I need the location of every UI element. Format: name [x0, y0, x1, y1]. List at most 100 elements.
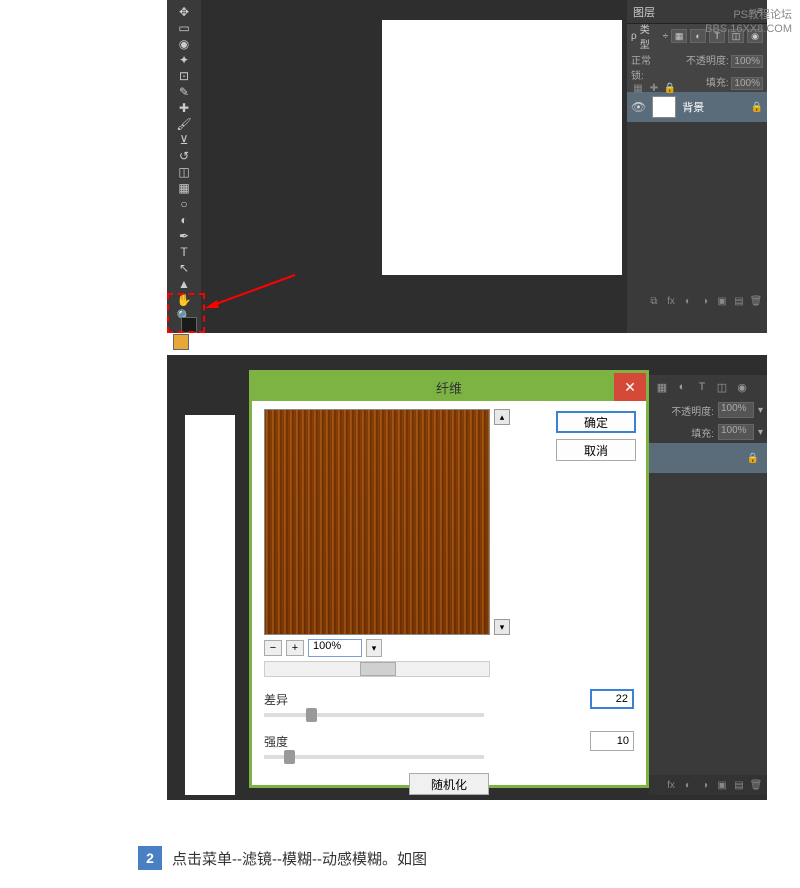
dodge-tool-icon[interactable]: ◐: [172, 213, 196, 227]
delete-icon[interactable]: 🗑: [749, 294, 763, 308]
step-text: 点击菜单--滤镜--模糊--动感模糊。如图: [172, 848, 427, 869]
close-button[interactable]: ✕: [614, 373, 646, 401]
delete-icon[interactable]: 🗑: [749, 778, 763, 792]
filter-adjust-icon[interactable]: ◐: [690, 29, 706, 43]
photoshop-screenshot-1: ✥ ▭ ◉ ✦ ⊡ ✎ ✚ 🖌 ⊻ ↺ ◫ ▦ ○ ◐ ✒ T ↖ ▲ ✋ 🔍 …: [167, 0, 767, 333]
crop-tool-icon[interactable]: ⊡: [172, 69, 196, 83]
variance-label: 差异: [264, 691, 288, 708]
blend-mode[interactable]: 正常: [631, 52, 651, 67]
move-tool-icon[interactable]: ✥: [172, 5, 196, 19]
scroll-up-icon[interactable]: ▴: [494, 409, 510, 425]
fx-icon[interactable]: fx: [664, 294, 678, 308]
lock-fill-row: 锁: ▦ ✚ 🔒 填充: 100%: [627, 70, 767, 92]
variance-input[interactable]: [590, 689, 634, 709]
lock-icon[interactable]: 🔒: [747, 453, 759, 464]
eyedropper-tool-icon[interactable]: ✎: [172, 85, 196, 99]
adjustment-icon[interactable]: ◑: [698, 294, 712, 308]
filter-icon[interactable]: ▦: [655, 380, 669, 394]
shape-tool-icon[interactable]: ▲: [172, 277, 196, 291]
step-number: 2: [138, 846, 162, 870]
strength-label: 强度: [264, 733, 288, 750]
watermark-line1: PS教程论坛: [705, 8, 792, 22]
filter-icon[interactable]: ◐: [675, 380, 689, 394]
layer-row-2[interactable]: 🔒: [649, 443, 767, 473]
arrow-icon: [205, 270, 305, 310]
type-label: 类型: [640, 21, 660, 51]
lock-pixels-icon[interactable]: ▦: [631, 82, 645, 96]
gradient-tool-icon[interactable]: ▦: [172, 181, 196, 195]
strength-slider-thumb[interactable]: [284, 750, 295, 764]
dialog-titlebar[interactable]: 纤维 ✕: [252, 373, 646, 401]
mask-icon[interactable]: ◐: [681, 778, 695, 792]
scroll-down-icon[interactable]: ▾: [494, 619, 510, 635]
layer-name[interactable]: 背景: [682, 99, 744, 115]
filter-icon[interactable]: ◉: [735, 380, 749, 394]
layer-lock-icon[interactable]: 🔒: [751, 102, 763, 113]
layer-thumbnail[interactable]: [652, 96, 676, 118]
ok-button[interactable]: 确定: [556, 411, 636, 433]
mask-icon[interactable]: ◐: [681, 294, 695, 308]
scrollbar-thumb[interactable]: [360, 662, 396, 676]
dialog-buttons: 确定 取消: [556, 411, 636, 461]
preview-scrollbar-h[interactable]: [264, 661, 490, 677]
zoom-value[interactable]: 100%: [308, 639, 362, 657]
fill-value-2[interactable]: 100%: [718, 424, 754, 440]
photoshop-screenshot-2: 纤维 ✕ ▴ ▾ − + 100% ▾: [167, 355, 767, 800]
layers-panel-2: ▦ ◐ T ◫ ◉ 不透明度: 100% ▾ 填充: 100% ▾ 🔒 fx ◐…: [649, 375, 767, 795]
group-icon[interactable]: ▣: [715, 294, 729, 308]
cancel-button[interactable]: 取消: [556, 439, 636, 461]
dialog-body: ▴ ▾ − + 100% ▾ 差异: [252, 401, 646, 788]
lock-position-icon[interactable]: ✚: [647, 82, 661, 96]
strength-slider[interactable]: [264, 755, 484, 759]
heal-tool-icon[interactable]: ✚: [172, 101, 196, 115]
lock-all-icon[interactable]: 🔒: [663, 82, 677, 96]
zoom-dropdown-icon[interactable]: ▾: [366, 639, 382, 657]
opacity-row-2: 不透明度: 100% ▾: [649, 399, 767, 421]
brush-tool-icon[interactable]: 🖌: [172, 117, 196, 131]
lock-label: 锁:: [631, 71, 644, 82]
marquee-tool-icon[interactable]: ▭: [172, 21, 196, 35]
panel-footer-2: fx ◐ ◑ ▣ ▤ 🗑: [649, 775, 767, 795]
path-tool-icon[interactable]: ↖: [172, 261, 196, 275]
fx-icon[interactable]: fx: [664, 778, 678, 792]
dropdown-icon[interactable]: ▾: [758, 427, 763, 438]
highlight-box: [167, 293, 205, 333]
filter-icon[interactable]: T: [695, 380, 709, 394]
filter-icon[interactable]: ◫: [715, 380, 729, 394]
canvas[interactable]: [382, 20, 622, 275]
opacity-value[interactable]: 100%: [731, 55, 763, 68]
new-layer-icon[interactable]: ▤: [732, 778, 746, 792]
variance-slider-thumb[interactable]: [306, 708, 317, 722]
watermark: PS教程论坛 BBS.16XX8.COM: [705, 8, 792, 37]
foreground-color[interactable]: [173, 334, 189, 350]
dropdown-icon[interactable]: ▾: [758, 405, 763, 416]
type-tool-icon[interactable]: T: [172, 245, 196, 259]
visibility-icon[interactable]: 👁: [631, 100, 646, 114]
fill-value[interactable]: 100%: [731, 77, 763, 90]
wand-tool-icon[interactable]: ✦: [172, 53, 196, 67]
filter-pixel-icon[interactable]: ▦: [671, 29, 687, 43]
dialog-title-text: 纤维: [436, 378, 462, 397]
zoom-out-button[interactable]: −: [264, 640, 282, 656]
blur-tool-icon[interactable]: ○: [172, 197, 196, 211]
link-icon[interactable]: ⧉: [647, 294, 661, 308]
eraser-tool-icon[interactable]: ◫: [172, 165, 196, 179]
layer-row[interactable]: 👁 背景 🔒: [627, 92, 767, 122]
randomize-button[interactable]: 随机化: [409, 773, 489, 795]
preview: [264, 409, 490, 635]
history-brush-icon[interactable]: ↺: [172, 149, 196, 163]
fill-label: 填充:: [706, 78, 729, 89]
opacity-value-2[interactable]: 100%: [718, 402, 754, 418]
pen-tool-icon[interactable]: ✒: [172, 229, 196, 243]
strength-input[interactable]: [590, 731, 634, 751]
stamp-tool-icon[interactable]: ⊻: [172, 133, 196, 147]
tools-toolbar: ✥ ▭ ◉ ✦ ⊡ ✎ ✚ 🖌 ⊻ ↺ ◫ ▦ ○ ◐ ✒ T ↖ ▲ ✋ 🔍: [167, 0, 201, 333]
zoom-controls: − + 100% ▾: [264, 639, 634, 657]
lasso-tool-icon[interactable]: ◉: [172, 37, 196, 51]
variance-slider[interactable]: [264, 713, 484, 717]
new-layer-icon[interactable]: ▤: [732, 294, 746, 308]
zoom-in-button[interactable]: +: [286, 640, 304, 656]
watermark-line2: BBS.16XX8.COM: [705, 22, 792, 36]
adjustment-icon[interactable]: ◑: [698, 778, 712, 792]
group-icon[interactable]: ▣: [715, 778, 729, 792]
